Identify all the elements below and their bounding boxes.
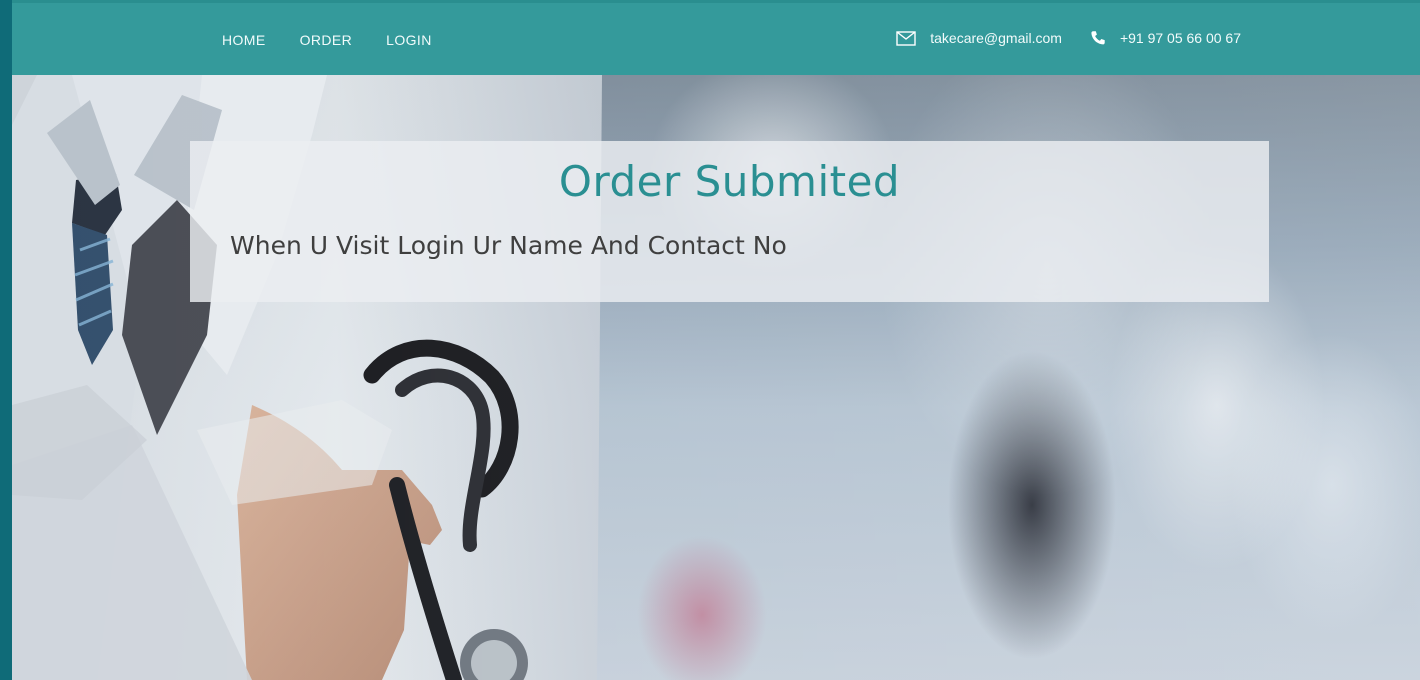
top-navbar: HOME ORDER LOGIN takecare@gmail.com +91 …	[12, 0, 1420, 75]
nav-home-link[interactable]: HOME	[222, 32, 266, 48]
email-contact[interactable]: takecare@gmail.com	[896, 30, 1062, 46]
page-frame: HOME ORDER LOGIN takecare@gmail.com +91 …	[12, 0, 1420, 680]
hero-background: Order Submited When U Visit Login Ur Nam…	[12, 75, 1420, 680]
envelope-icon	[896, 30, 916, 46]
email-text[interactable]: takecare@gmail.com	[930, 30, 1062, 46]
order-submitted-title: Order Submited	[558, 157, 901, 206]
nav-order-link[interactable]: ORDER	[300, 32, 353, 48]
phone-contact[interactable]: +91 97 05 66 00 67	[1090, 30, 1241, 46]
contact-info: takecare@gmail.com +91 97 05 66 00 67	[896, 30, 1241, 46]
phone-icon	[1090, 30, 1106, 46]
phone-text[interactable]: +91 97 05 66 00 67	[1120, 30, 1241, 46]
order-submitted-message: When U Visit Login Ur Name And Contact N…	[230, 231, 787, 260]
main-nav: HOME ORDER LOGIN	[222, 32, 432, 48]
order-submitted-panel: Order Submited When U Visit Login Ur Nam…	[190, 141, 1269, 302]
nav-login-link[interactable]: LOGIN	[386, 32, 432, 48]
